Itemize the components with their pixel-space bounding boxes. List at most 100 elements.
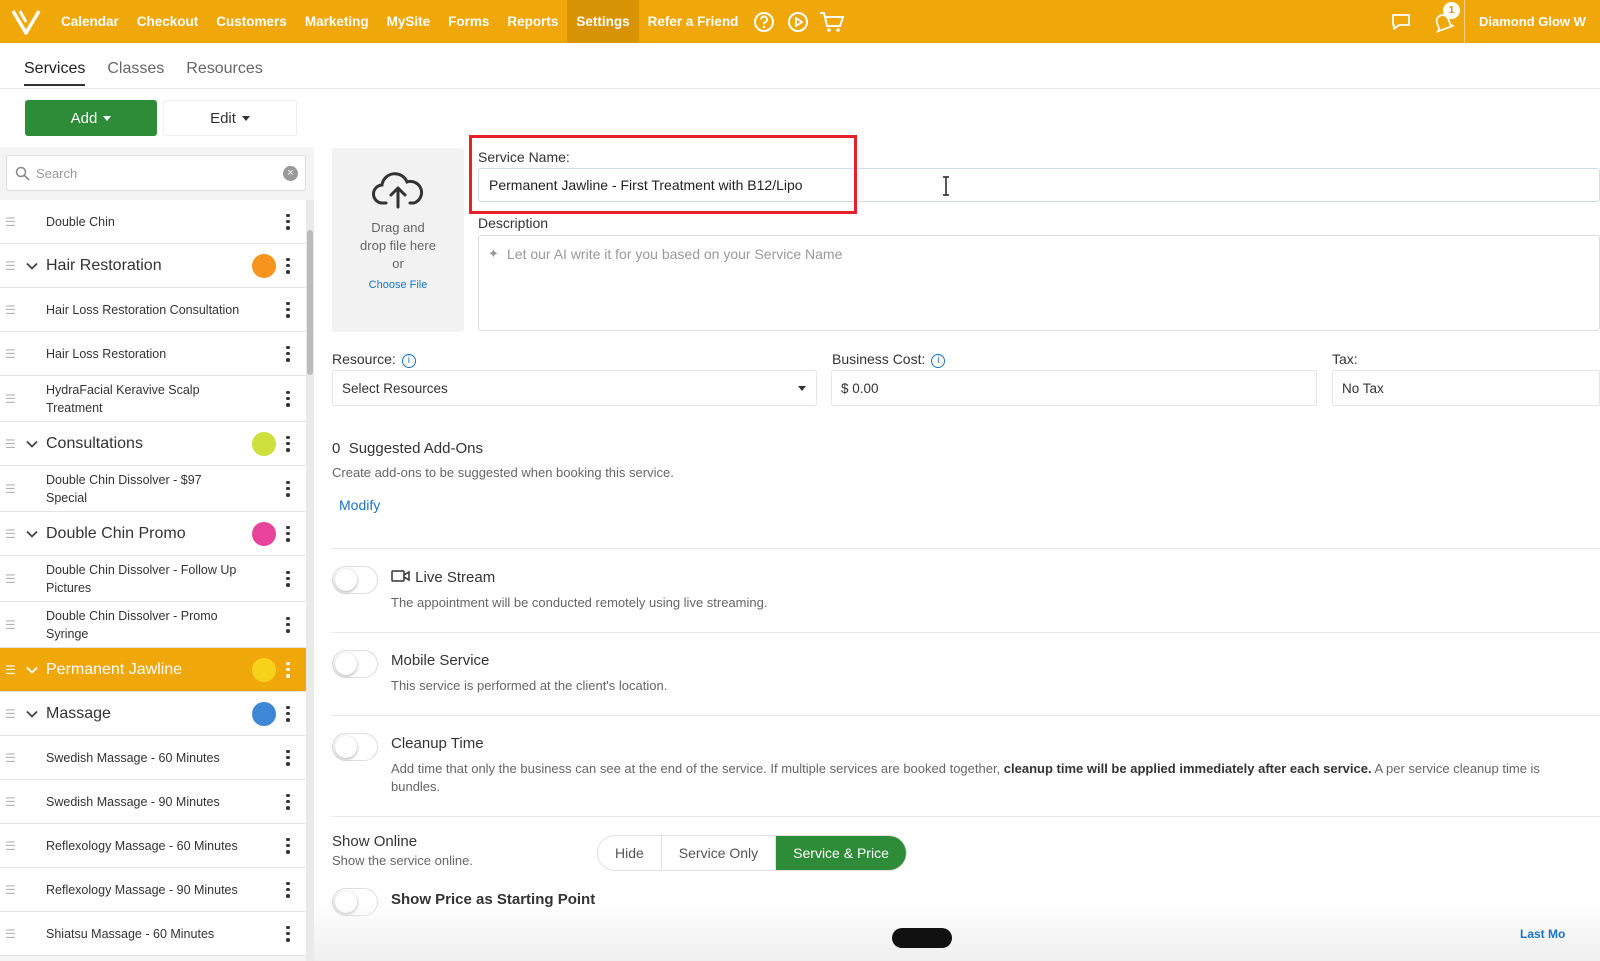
service-row[interactable]: ☰ Shiatsu Massage - 60 Minutes	[0, 912, 306, 956]
service-category-row[interactable]: ☰ Permanent Jawline	[0, 648, 306, 692]
nav-refer-a-friend[interactable]: Refer a Friend	[639, 0, 748, 43]
live-stream-toggle[interactable]	[332, 566, 378, 594]
chevron-down-icon[interactable]	[26, 260, 38, 272]
service-row[interactable]: ☰ Hair Loss Restoration	[0, 332, 306, 376]
cart-icon[interactable]	[815, 0, 849, 43]
more-options-icon[interactable]	[286, 390, 290, 407]
last-modified-link[interactable]: Last Mo	[1520, 927, 1565, 941]
resource-select[interactable]: Select Resources	[332, 370, 817, 406]
nav-mysite[interactable]: MySite	[378, 0, 440, 43]
show-online-service-only[interactable]: Service Only	[662, 836, 777, 870]
more-options-icon[interactable]	[286, 616, 290, 633]
image-upload-dropzone[interactable]: Drag and drop file here or Choose File	[332, 148, 464, 332]
more-options-icon[interactable]	[286, 749, 290, 766]
service-row[interactable]: ☰ Reflexology Massage - 60 Minutes	[0, 824, 306, 868]
service-category-row[interactable]: ☰ Double Chin Promo	[0, 512, 306, 556]
more-options-icon[interactable]	[286, 257, 290, 274]
more-options-icon[interactable]	[286, 837, 290, 854]
service-row[interactable]: ☰ Double Chin Dissolver - Follow Up Pictu…	[0, 556, 306, 602]
more-options-icon[interactable]	[286, 301, 290, 318]
drag-handle-icon[interactable]: ☰	[5, 840, 17, 852]
nav-customers[interactable]: Customers	[207, 0, 296, 43]
nav-calendar[interactable]: Calendar	[52, 0, 128, 43]
drag-handle-icon[interactable]: ☰	[5, 619, 17, 631]
mobile-service-toggle[interactable]	[332, 650, 378, 678]
business-name[interactable]: Diamond Glow W	[1464, 0, 1600, 43]
show-online-service-and-price[interactable]: Service & Price	[776, 836, 906, 870]
nav-reports[interactable]: Reports	[498, 0, 567, 43]
service-row[interactable]: ☰ Hair Loss Restoration Consultation	[0, 288, 306, 332]
more-options-icon[interactable]	[286, 793, 290, 810]
chevron-down-icon[interactable]	[26, 528, 38, 540]
drag-handle-icon[interactable]: ☰	[5, 260, 17, 272]
service-row[interactable]: ☰ Double Chin Dissolver - Promo Syringe	[0, 602, 306, 648]
drag-handle-icon[interactable]: ☰	[5, 483, 17, 495]
search-input[interactable]	[36, 165, 266, 181]
drag-handle-icon[interactable]: ☰	[5, 884, 17, 896]
service-row[interactable]: ☰ Double Chin	[0, 200, 306, 244]
service-row[interactable]: ☰ Double Chin Dissolver - $97 Special	[0, 466, 306, 512]
category-color-dot[interactable]	[252, 253, 276, 278]
more-options-icon[interactable]	[286, 925, 290, 942]
category-color-dot[interactable]	[252, 521, 276, 546]
category-color-dot[interactable]	[252, 431, 276, 456]
drag-handle-icon[interactable]: ☰	[5, 348, 17, 360]
sidebar-scrollbar[interactable]	[306, 200, 314, 961]
drag-handle-icon[interactable]: ☰	[5, 216, 17, 228]
drag-handle-icon[interactable]: ☰	[5, 573, 17, 585]
nav-forms[interactable]: Forms	[439, 0, 498, 43]
more-options-icon[interactable]	[286, 345, 290, 362]
chat-icon[interactable]	[1380, 0, 1422, 43]
category-color-dot[interactable]	[252, 701, 276, 726]
tab-resources[interactable]: Resources	[186, 60, 262, 86]
chevron-down-icon[interactable]	[26, 664, 38, 676]
choose-file-link[interactable]: Choose File	[332, 279, 464, 291]
drag-handle-icon[interactable]: ☰	[5, 393, 17, 405]
tab-services[interactable]: Services	[24, 60, 86, 86]
drag-handle-icon[interactable]: ☰	[5, 928, 17, 940]
drag-handle-icon[interactable]: ☰	[5, 664, 17, 676]
service-category-row[interactable]: ☰ Consultations	[0, 422, 306, 466]
more-options-icon[interactable]	[286, 213, 290, 230]
add-button[interactable]: Add	[25, 100, 157, 136]
drag-handle-icon[interactable]: ☰	[5, 708, 17, 720]
service-category-row[interactable]: ☰ Hair Restoration	[0, 244, 306, 288]
play-video-icon[interactable]	[781, 0, 815, 43]
service-row[interactable]: ☰ Reflexology Massage - 90 Minutes	[0, 868, 306, 912]
more-options-icon[interactable]	[286, 661, 290, 678]
more-options-icon[interactable]	[286, 435, 290, 452]
chevron-down-icon[interactable]	[26, 708, 38, 720]
drag-handle-icon[interactable]: ☰	[5, 796, 17, 808]
service-row[interactable]: ☰ HydraFacial Keravive Scalp Treatment	[0, 376, 306, 422]
info-icon[interactable]: i	[931, 354, 946, 368]
service-category-row[interactable]: ☰ Massage	[0, 692, 306, 736]
more-options-icon[interactable]	[286, 570, 290, 587]
info-icon[interactable]: i	[401, 354, 416, 368]
edit-button[interactable]: Edit	[163, 100, 297, 136]
service-row[interactable]: ☰ Swedish Massage - 90 Minutes	[0, 780, 306, 824]
tax-select[interactable]: No Tax	[1332, 370, 1600, 406]
more-options-icon[interactable]	[286, 705, 290, 722]
modify-addons-link[interactable]: Modify	[339, 497, 380, 513]
business-cost-input[interactable]: $ 0.00	[831, 370, 1317, 406]
drag-handle-icon[interactable]: ☰	[5, 304, 17, 316]
service-row[interactable]: ☰ Swedish Massage - 60 Minutes	[0, 736, 306, 780]
notifications-bell-icon[interactable]: 1	[1422, 0, 1464, 43]
nav-settings[interactable]: Settings	[567, 0, 639, 43]
app-logo[interactable]	[0, 0, 52, 43]
clear-search-icon[interactable]: ×	[283, 166, 298, 181]
tab-classes[interactable]: Classes	[107, 60, 164, 86]
category-color-dot[interactable]	[252, 657, 276, 682]
nav-marketing[interactable]: Marketing	[296, 0, 378, 43]
scrollbar-thumb[interactable]	[307, 230, 313, 375]
more-options-icon[interactable]	[286, 881, 290, 898]
description-textarea[interactable]: ✦ Let our AI write it for you based on y…	[478, 235, 1600, 331]
show-online-hide[interactable]: Hide	[598, 836, 662, 870]
help-icon[interactable]	[747, 0, 781, 43]
drag-handle-icon[interactable]: ☰	[5, 438, 17, 450]
chevron-down-icon[interactable]	[26, 438, 38, 450]
drag-handle-icon[interactable]: ☰	[5, 528, 17, 540]
nav-checkout[interactable]: Checkout	[128, 0, 208, 43]
more-options-icon[interactable]	[286, 480, 290, 497]
cleanup-time-toggle[interactable]	[332, 733, 378, 761]
